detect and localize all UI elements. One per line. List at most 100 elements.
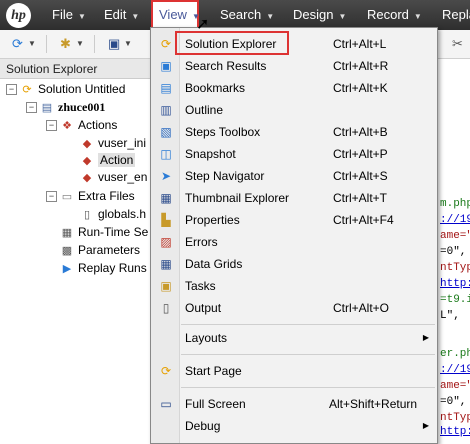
menu-separator [181, 387, 435, 388]
tasks-icon: ▣ [160, 279, 172, 293]
submenu-arrow-icon: ▶ [422, 421, 429, 430]
view-menu-dropdown: ⟳ Solution Explorer Ctrl+Alt+L ▣ Search … [150, 27, 438, 444]
menu-item-step-navigator[interactable]: ➤ Step Navigator Ctrl+Alt+S [151, 165, 437, 187]
highlight-box [175, 31, 289, 55]
tree-vuser-init[interactable]: ◆ vuser_ini [80, 134, 146, 152]
menu-item-steps-toolbox[interactable]: ▧ Steps Toolbox Ctrl+Alt+B [151, 121, 437, 143]
scissors-icon[interactable]: ✂ [452, 35, 463, 53]
menu-item-tasks[interactable]: ▣ Tasks [151, 275, 437, 297]
menu-item-layouts[interactable]: Layouts ▶ [151, 327, 437, 349]
solution-explorer-icon: ⟳ [160, 37, 172, 51]
start-page-icon: ⟳ [160, 364, 172, 378]
script-icon: ▤ [41, 102, 53, 114]
code-line: ://19 [440, 214, 470, 226]
menu-separator [181, 354, 435, 355]
menu-item-bookmarks[interactable]: ▤ Bookmarks Ctrl+Alt+K [151, 77, 437, 99]
menu-item-start-page[interactable]: ⟳ Start Page [151, 360, 437, 382]
snapshot-icon: ◫ [160, 147, 172, 161]
menu-item-data-grids[interactable]: ▦ Data Grids [151, 253, 437, 275]
chevron-down-icon[interactable]: ▼ [124, 35, 132, 53]
collapse-icon[interactable]: − [6, 84, 17, 95]
properties-icon: ▙ [161, 213, 171, 227]
tree-solution[interactable]: ⟳ Solution Untitled [20, 80, 125, 98]
code-line: ntTyp [440, 262, 470, 274]
play-icon: ▶ [62, 263, 72, 275]
chevron-down-icon[interactable]: ▼ [76, 35, 84, 53]
collapse-icon[interactable]: − [46, 120, 57, 131]
errors-icon: ▨ [160, 235, 172, 249]
chevron-down-icon: ▼ [131, 12, 140, 21]
actions-icon: ❖ [62, 120, 72, 132]
tree-runtime-settings[interactable]: ▦ Run-Time Se [60, 223, 148, 241]
new-script-icon[interactable]: ✱ [60, 35, 71, 53]
code-line: L", [440, 310, 460, 322]
output-icon: ▯ [162, 301, 170, 315]
menu-item-errors[interactable]: ▨ Errors [151, 231, 437, 253]
steps-toolbox-icon: ▧ [160, 125, 172, 139]
menu-separator [181, 324, 435, 325]
data-grids-icon: ▦ [160, 257, 172, 271]
code-line: =t9.i [440, 294, 470, 306]
solution-icon: ⟳ [22, 84, 32, 96]
collapse-icon[interactable]: − [26, 102, 37, 113]
menu-item-snapshot[interactable]: ◫ Snapshot Ctrl+Alt+P [151, 143, 437, 165]
tree-replay-runs[interactable]: ▶ Replay Runs [60, 259, 147, 277]
menu-search[interactable]: Search ▼ [220, 0, 274, 30]
step-navigator-icon: ➤ [160, 169, 172, 183]
solution-explorer-header: Solution Explorer [0, 59, 150, 79]
chevron-down-icon: ▼ [266, 12, 275, 21]
tree-actions[interactable]: ❖ Actions [60, 116, 117, 134]
thumbnail-explorer-icon: ▦ [160, 191, 172, 205]
menu-item-properties[interactable]: ▙ Properties Ctrl+Alt+F4 [151, 209, 437, 231]
action-icon: ◆ [82, 172, 92, 184]
code-line: http: [440, 426, 470, 438]
code-line: =0", [440, 246, 467, 258]
tree-script[interactable]: ▤ zhuce001 [40, 98, 106, 116]
menu-replay[interactable]: Repla [442, 0, 470, 30]
full-screen-icon: ▭ [160, 397, 172, 411]
menu-file[interactable]: File ▼ [52, 0, 86, 30]
code-line: ame=" [440, 230, 470, 242]
chevron-down-icon[interactable]: ▼ [28, 35, 36, 53]
menu-edit[interactable]: Edit ▼ [104, 0, 139, 30]
menu-item-search-results[interactable]: ▣ Search Results Ctrl+Alt+R [151, 55, 437, 77]
hp-logo: hp [6, 3, 31, 28]
toolbar-separator [94, 35, 95, 53]
menu-item-outline[interactable]: ▥ Outline [151, 99, 437, 121]
code-line: er.ph [440, 348, 470, 360]
code-line: =0", [440, 396, 467, 408]
chevron-down-icon: ▼ [413, 12, 422, 21]
menu-bar: hp File ▼ Edit ▼ View ▼ Search ▼ Design ▼ Rec… [0, 0, 470, 30]
menu-item-full-screen[interactable]: ▭ Full Screen Alt+Shift+Return [151, 393, 437, 415]
menu-item-debug[interactable]: Debug ▶ [151, 415, 437, 437]
code-line: http: [440, 278, 470, 290]
save-icon[interactable]: ▣ [108, 35, 120, 53]
tree-globals[interactable]: ▯ globals.h [80, 205, 146, 223]
collapse-icon[interactable]: − [46, 191, 57, 202]
outline-icon: ▥ [160, 103, 172, 117]
code-line: ://19 [440, 364, 470, 376]
menu-record[interactable]: Record ▼ [367, 0, 422, 30]
submenu-arrow-icon: ▶ [422, 333, 429, 342]
tree-extra-files[interactable]: ▭ Extra Files [60, 187, 135, 205]
file-icon: ▯ [83, 209, 91, 221]
menu-item-output[interactable]: ▯ Output Ctrl+Alt+O [151, 297, 437, 319]
search-results-icon: ▣ [160, 59, 172, 73]
chevron-down-icon: ▼ [338, 12, 347, 21]
folder-icon: ▭ [61, 191, 73, 203]
tree-parameters[interactable]: ▩ Parameters [60, 241, 140, 259]
menu-view[interactable]: View ▼ [151, 0, 200, 30]
code-line: m.php [440, 198, 470, 210]
menu-item-thumbnail-explorer[interactable]: ▦ Thumbnail Explorer Ctrl+Alt+T [151, 187, 437, 209]
toolbar-separator [46, 35, 47, 53]
code-line: ame=" [440, 380, 470, 392]
bookmarks-icon: ▤ [160, 81, 172, 95]
parameters-icon: ▩ [61, 245, 73, 257]
mouse-cursor-icon: ➚ [196, 16, 210, 33]
menu-design[interactable]: Design ▼ [293, 0, 346, 30]
chevron-down-icon: ▼ [77, 12, 86, 21]
settings-icon: ▦ [61, 227, 73, 239]
tree-action[interactable]: ◆ Action [80, 151, 136, 169]
cycle-icon[interactable]: ⟳ [12, 35, 23, 53]
tree-vuser-end[interactable]: ◆ vuser_en [80, 168, 148, 186]
